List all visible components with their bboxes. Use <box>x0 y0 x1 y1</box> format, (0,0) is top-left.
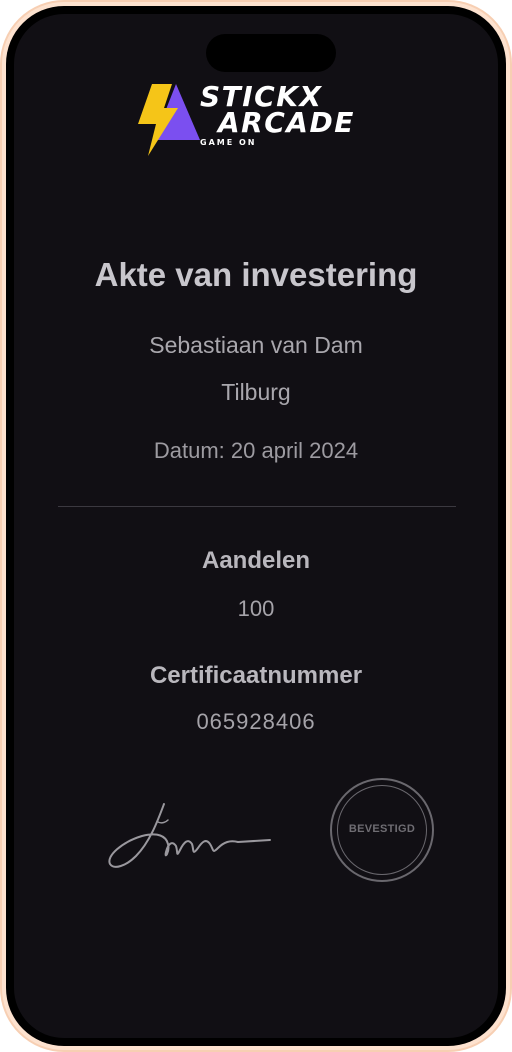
shares-label: Aandelen <box>201 547 311 574</box>
brand-tagline: GAME ON <box>200 138 257 147</box>
brand-line2: ARCADE <box>218 106 355 139</box>
screen <box>14 14 498 1038</box>
certificate-date: Datum: 20 april 2024 <box>153 438 359 463</box>
investor-city: Tilburg <box>221 379 291 405</box>
verified-seal: BEVESTIGD <box>330 778 434 882</box>
certificate-title: Akte van investering <box>94 256 418 293</box>
lightning-bolt-icon <box>138 84 200 156</box>
certificate-number-label: Certificaatnummer <box>149 662 363 689</box>
shares-value: 100 <box>237 596 275 621</box>
seal-text: BEVESTIGD <box>348 823 416 835</box>
investor-name: Sebastiaan van Dam <box>149 332 363 358</box>
divider <box>58 506 456 507</box>
signature <box>108 803 271 868</box>
certificate-number-value: 065928406 <box>196 709 316 734</box>
dynamic-island <box>206 34 336 72</box>
brand-logo: STICKX ARCADE GAME ON <box>136 80 376 160</box>
